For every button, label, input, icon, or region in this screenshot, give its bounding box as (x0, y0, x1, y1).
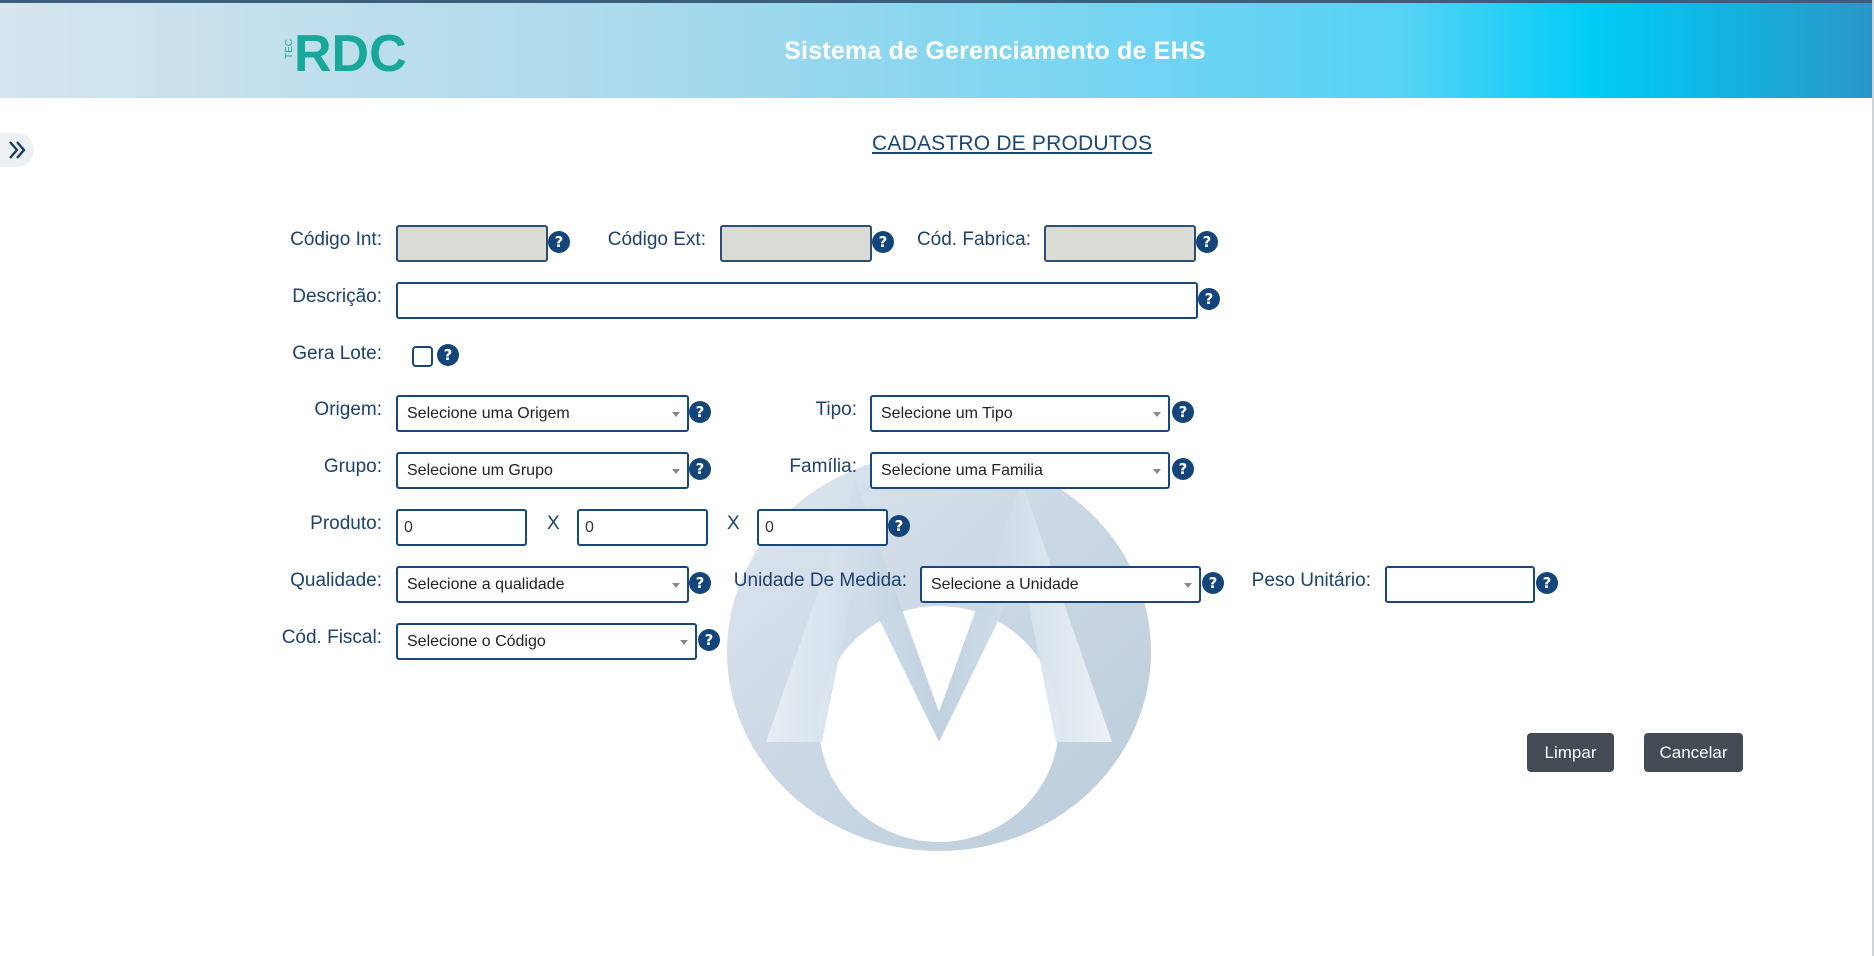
cod-fabrica-input[interactable] (1044, 225, 1196, 262)
chevron-down-icon (1153, 469, 1161, 474)
codigo-int-label: Código Int: (290, 229, 382, 250)
origem-selected-value: Selecione uma Origem (407, 405, 570, 422)
double-chevron-right-icon (9, 141, 26, 159)
tipo-selected-value: Selecione um Tipo (881, 405, 1013, 422)
cod-fiscal-selected-value: Selecione o Código (407, 633, 546, 650)
familia-select[interactable]: Selecione uma Familia (870, 452, 1170, 489)
unidade-medida-label: Unidade De Medida: (733, 570, 907, 591)
unidade-medida-help-icon[interactable]: ? (1202, 572, 1224, 594)
origem-help-icon[interactable]: ? (689, 401, 711, 423)
qualidade-label: Qualidade: (290, 570, 382, 591)
chevron-down-icon (1184, 583, 1192, 588)
app-title: Sistema de Gerenciamento de EHS (784, 37, 1206, 65)
descricao-help-icon[interactable]: ? (1198, 288, 1220, 310)
peso-unitario-label: Peso Unitário: (1251, 570, 1371, 591)
codigo-int-help-icon[interactable]: ? (548, 231, 570, 253)
app-header: TEC RDC Sistema de Gerenciamento de EHS (0, 0, 1874, 98)
tipo-select[interactable]: Selecione um Tipo (870, 395, 1170, 432)
produto-label: Produto: (310, 513, 382, 534)
grupo-label: Grupo: (323, 456, 382, 477)
cod-fabrica-label: Cód. Fabrica: (916, 229, 1031, 250)
cod-fiscal-select[interactable]: Selecione o Código (396, 623, 697, 660)
chevron-down-icon (680, 640, 688, 645)
limpar-button[interactable]: Limpar (1527, 733, 1614, 772)
codigo-int-input[interactable] (396, 225, 548, 262)
tipo-help-icon[interactable]: ? (1172, 401, 1194, 423)
page-title: CADASTRO DE PRODUTOS (872, 132, 1153, 155)
codigo-ext-help-icon[interactable]: ? (872, 231, 894, 253)
origem-select[interactable]: Selecione uma Origem (396, 395, 689, 432)
grupo-help-icon[interactable]: ? (689, 458, 711, 480)
produto-separator: X (727, 513, 740, 534)
produto-dim2-input[interactable] (577, 509, 708, 546)
svg-text:RDC: RDC (294, 27, 407, 79)
familia-selected-value: Selecione uma Familia (881, 462, 1043, 479)
unidade-medida-select[interactable]: Selecione a Unidade (920, 566, 1201, 603)
qualidade-select[interactable]: Selecione a qualidade (396, 566, 689, 603)
chevron-down-icon (672, 583, 680, 588)
chevron-down-icon (1153, 412, 1161, 417)
qualidade-help-icon[interactable]: ? (689, 572, 711, 594)
sidebar-toggle-button[interactable] (0, 133, 34, 167)
peso-unitario-input[interactable] (1385, 566, 1535, 603)
grupo-selected-value: Selecione um Grupo (407, 462, 553, 479)
gera-lote-help-icon[interactable]: ? (437, 344, 459, 366)
familia-help-icon[interactable]: ? (1172, 458, 1194, 480)
gera-lote-label: Gera Lote: (292, 343, 382, 364)
grupo-select[interactable]: Selecione um Grupo (396, 452, 689, 489)
cod-fiscal-help-icon[interactable]: ? (698, 629, 720, 651)
peso-unitario-help-icon[interactable]: ? (1536, 572, 1558, 594)
codigo-ext-label: Código Ext: (607, 229, 706, 250)
tipo-label: Tipo: (815, 399, 857, 420)
unidade-medida-selected-value: Selecione a Unidade (931, 576, 1079, 593)
chevron-down-icon (672, 412, 680, 417)
codigo-ext-input[interactable] (720, 225, 872, 262)
familia-label: Família: (789, 456, 857, 477)
cancelar-button[interactable]: Cancelar (1644, 733, 1743, 772)
qualidade-selected-value: Selecione a qualidade (407, 576, 565, 593)
produto-separator: X (547, 513, 560, 534)
produto-dim1-input[interactable] (396, 509, 527, 546)
origem-label: Origem: (314, 399, 382, 420)
rdc-logo: TEC RDC (284, 27, 407, 79)
gera-lote-checkbox[interactable] (412, 346, 433, 367)
cod-fiscal-label: Cód. Fiscal: (281, 627, 382, 648)
produto-dim3-input[interactable] (757, 509, 888, 546)
descricao-input[interactable] (396, 282, 1198, 319)
chevron-down-icon (672, 469, 680, 474)
cod-fabrica-help-icon[interactable]: ? (1196, 231, 1218, 253)
descricao-label: Descrição: (292, 286, 382, 307)
produto-help-icon[interactable]: ? (888, 515, 910, 537)
